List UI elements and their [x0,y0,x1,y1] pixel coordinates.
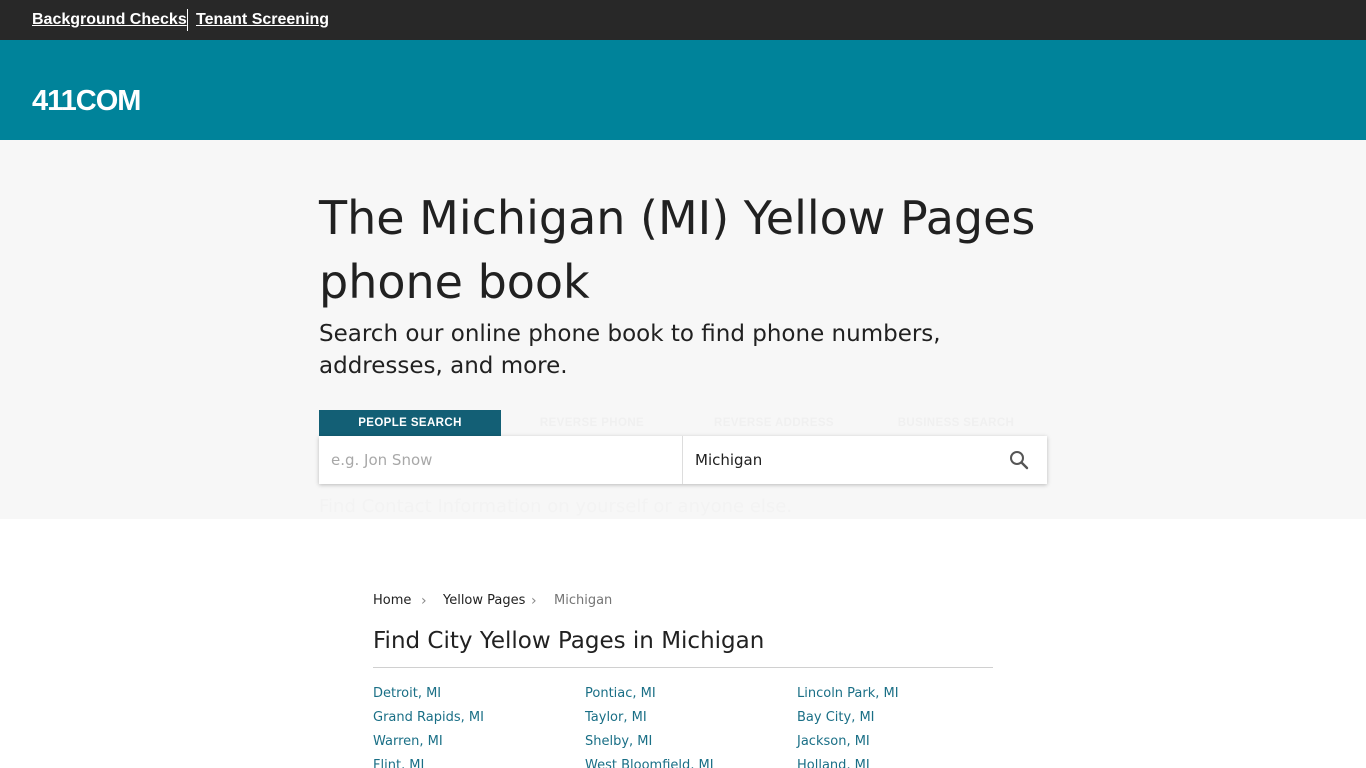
city-column: Lincoln Park, MI Bay City, MI Jackson, M… [797,684,1009,768]
page-subtitle: Search our online phone book to find pho… [319,321,941,379]
city-column: Pontiac, MI Taylor, MI Shelby, MI West B… [585,684,797,768]
section-divider [373,667,993,668]
tab-business-search[interactable]: BUSINESS SEARCH [865,410,1047,436]
city-link[interactable]: Jackson, MI [797,732,1009,756]
search-icon [1010,451,1029,470]
city-link[interactable]: Pontiac, MI [585,684,797,708]
tab-people-search[interactable]: PEOPLE SEARCH [319,410,501,436]
chevron-right-icon: › [531,593,537,609]
site-logo[interactable]: 411COM [32,85,141,118]
city-link[interactable]: Grand Rapids, MI [373,708,585,732]
breadcrumb-yellow-pages[interactable]: Yellow Pages [443,593,525,608]
top-nav-divider [187,9,188,31]
top-nav-bar: Background Checks Tenant Screening [0,0,1366,40]
city-link[interactable]: Flint, MI [373,756,585,768]
page-title: The Michigan (MI) Yellow Pages phone boo… [319,191,1036,309]
state-input[interactable] [683,436,993,484]
city-link[interactable]: Warren, MI [373,732,585,756]
background-checks-link[interactable]: Background Checks [32,11,187,29]
city-link[interactable]: Taylor, MI [585,708,797,732]
city-link[interactable]: West Bloomfield, MI [585,756,797,768]
city-link[interactable]: Detroit, MI [373,684,585,708]
search-button[interactable] [1007,448,1031,472]
city-link[interactable]: Lincoln Park, MI [797,684,1009,708]
search-tabs: PEOPLE SEARCH REVERSE PHONE REVERSE ADDR… [319,410,1047,436]
search-form [319,436,1047,484]
city-column: Detroit, MI Grand Rapids, MI Warren, MI … [373,684,585,768]
chevron-right-icon: › [421,593,427,609]
breadcrumb-current: Michigan [554,593,613,608]
city-link[interactable]: Holland, MI [797,756,1009,768]
breadcrumb-home[interactable]: Home [373,593,411,608]
tenant-screening-link[interactable]: Tenant Screening [196,11,329,29]
tab-reverse-phone[interactable]: REVERSE PHONE [501,410,683,436]
section-title: Find City Yellow Pages in Michigan [373,628,765,654]
site-header: 411COM [0,40,1366,140]
city-link[interactable]: Bay City, MI [797,708,1009,732]
hero-note: Find Contact Information on yourself or … [319,496,793,517]
city-link[interactable]: Shelby, MI [585,732,797,756]
name-search-input[interactable] [319,436,682,484]
tab-reverse-address[interactable]: REVERSE ADDRESS [683,410,865,436]
